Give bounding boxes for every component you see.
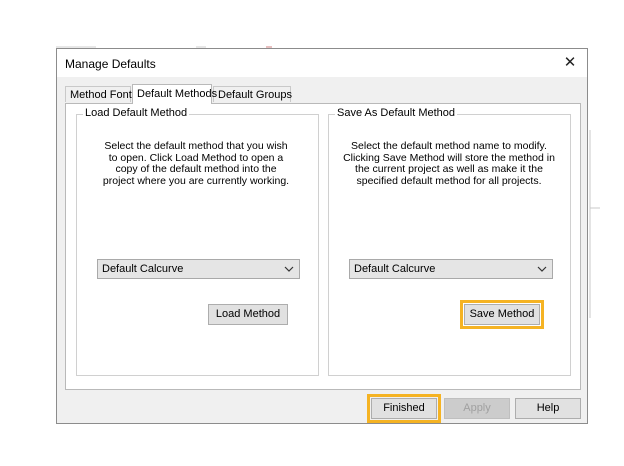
load-method-button[interactable]: Load Method bbox=[208, 304, 288, 325]
save-method-select-value: Default Calcurve bbox=[354, 263, 436, 275]
manage-defaults-dialog: Manage Defaults ✕ Method Fonts Default M… bbox=[56, 48, 588, 424]
load-method-select[interactable]: Default Calcurve bbox=[97, 259, 300, 279]
tab-method-fonts[interactable]: Method Fonts bbox=[65, 86, 137, 102]
save-method-select[interactable]: Default Calcurve bbox=[349, 259, 553, 279]
load-description: Select the default method that you wish … bbox=[102, 140, 290, 187]
chevron-down-icon bbox=[537, 266, 547, 272]
default-methods-panel: Load Default Method Select the default m… bbox=[65, 103, 581, 390]
save-method-button[interactable]: Save Method bbox=[460, 300, 544, 329]
save-group-legend: Save As Default Method bbox=[335, 107, 458, 119]
tab-default-groups[interactable]: Default Groups bbox=[213, 86, 292, 102]
apply-button[interactable]: Apply bbox=[444, 398, 510, 419]
dialog-title: Manage Defaults bbox=[65, 57, 156, 71]
load-default-method-group: Load Default Method Select the default m… bbox=[76, 107, 319, 376]
tab-default-methods[interactable]: Default Methods bbox=[132, 84, 217, 104]
load-group-legend: Load Default Method bbox=[83, 107, 190, 119]
close-icon[interactable]: ✕ bbox=[559, 53, 581, 73]
finished-button[interactable]: Finished bbox=[367, 394, 441, 423]
title-bar: Manage Defaults ✕ bbox=[57, 49, 587, 77]
save-description: Select the default method name to modify… bbox=[343, 140, 555, 187]
save-default-method-group: Save As Default Method Select the defaul… bbox=[328, 107, 571, 376]
load-method-select-value: Default Calcurve bbox=[102, 263, 184, 275]
help-button[interactable]: Help bbox=[515, 398, 581, 419]
chevron-down-icon bbox=[284, 266, 294, 272]
